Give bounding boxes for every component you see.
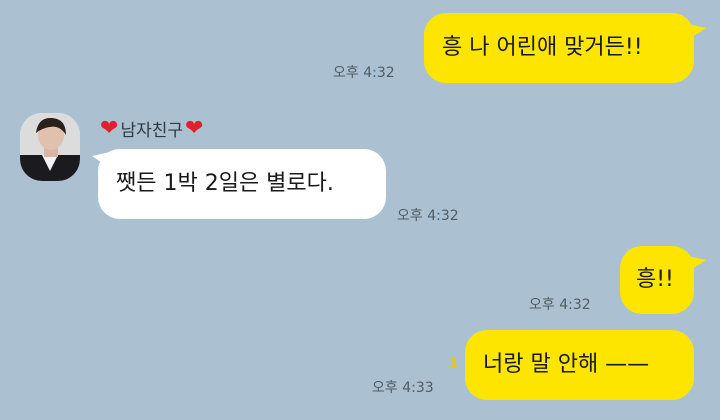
bubble-tail [688, 24, 706, 40]
unread-count: 1 [449, 357, 459, 372]
message-text: 흥!! [636, 267, 674, 292]
profile-avatar[interactable] [20, 113, 80, 181]
message-time: 오후 4:32 [397, 208, 459, 224]
message-time: 오후 4:33 [372, 380, 434, 396]
friend-message-bubble[interactable]: 쨋든 1박 2일은 별로다. [98, 149, 386, 219]
message-text: 흥 나 어린애 맞거든!! [442, 35, 643, 60]
my-message-bubble[interactable]: 너랑 말 안해 —— [465, 330, 694, 400]
message-text: 너랑 말 안해 —— [483, 352, 650, 377]
avatar-image [20, 113, 80, 181]
my-message-bubble[interactable]: 흥 나 어린애 맞거든!! [424, 13, 694, 83]
heart-icon: ❤ [100, 115, 119, 141]
message-time: 오후 4:32 [529, 297, 591, 313]
sender-name-text: 남자친구 [120, 121, 183, 141]
bubble-tail [688, 256, 706, 272]
heart-icon: ❤ [185, 115, 204, 141]
message-text: 쨋든 1박 2일은 별로다. [116, 171, 334, 196]
sender-name: ❤ 남자친구 ❤ [100, 116, 203, 141]
message-time: 오후 4:32 [333, 65, 395, 81]
my-message-bubble[interactable]: 흥!! [620, 246, 694, 314]
